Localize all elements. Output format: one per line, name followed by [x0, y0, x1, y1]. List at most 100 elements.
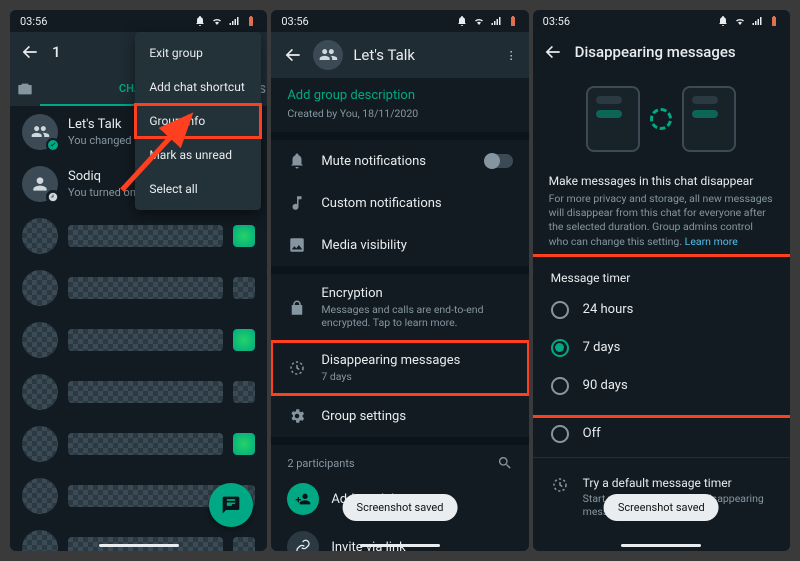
signal-icon [228, 15, 240, 27]
status-icons [717, 15, 780, 27]
row-mute-notifications[interactable]: Mute notifications [271, 140, 528, 182]
participants-header: 2 participants [271, 445, 528, 475]
battery-icon [507, 15, 519, 27]
radio-off[interactable]: Off [533, 415, 790, 453]
radio-label: 7 days [583, 340, 621, 355]
mute-toggle[interactable] [485, 154, 513, 168]
group-title: Let's Talk [353, 46, 495, 64]
row-label: Mute notifications [321, 154, 470, 169]
camera-icon [17, 81, 33, 97]
description-block: Make messages in this chat disappear For… [533, 166, 790, 257]
radio-icon [551, 425, 569, 443]
radio-icon [551, 301, 569, 319]
status-icons [456, 15, 519, 27]
row-label: Custom notifications [321, 196, 512, 211]
row-label: Media visibility [321, 238, 512, 253]
row-label: Group settings [321, 409, 512, 424]
status-bar: 03:56 [10, 10, 267, 32]
description-body: For more privacy and storage, all new me… [549, 192, 773, 248]
radio-icon [551, 377, 569, 395]
group-icon [30, 122, 50, 142]
avatar [22, 166, 58, 202]
wifi-icon [211, 15, 223, 27]
search-icon[interactable] [497, 455, 513, 471]
status-time: 03:56 [543, 15, 570, 28]
illustration-phone-right [682, 86, 736, 152]
radio-label: Off [583, 426, 601, 441]
status-icons [194, 15, 257, 27]
timer-icon [288, 359, 306, 377]
wifi-icon [734, 15, 746, 27]
row-label: Disappearing messages [321, 353, 512, 368]
radio-label: 90 days [583, 378, 628, 393]
selected-check-icon [46, 138, 60, 152]
group-icon [318, 45, 338, 65]
chat-row-redacted[interactable] [10, 366, 267, 418]
context-menu: Exit group Add chat shortcut Group info … [135, 32, 261, 210]
row-label: Encryption [321, 286, 512, 301]
radio-7-days[interactable]: 7 days [541, 329, 782, 367]
chat-row-redacted[interactable] [10, 314, 267, 366]
tab-camera[interactable] [10, 72, 40, 106]
row-media-visibility[interactable]: Media visibility [271, 224, 528, 266]
radio-24-hours[interactable]: 24 hours [541, 291, 782, 329]
screen-disappearing-messages: 03:56 Disappearing messages Make message… [533, 10, 790, 551]
row-group-settings[interactable]: Group settings [271, 395, 528, 437]
participants-count: 2 participants [287, 457, 354, 470]
screen-chat-list: 03:56 1 CHATS 11 S [10, 10, 267, 551]
try-title: Try a default message timer [583, 476, 772, 490]
chat-row-redacted[interactable] [10, 418, 267, 470]
description-heading: Make messages in this chat disappear [549, 174, 774, 188]
timer-icon [551, 476, 569, 494]
bell-icon [288, 152, 306, 170]
nav-handle [621, 544, 701, 547]
more-icon[interactable]: ⋮ [506, 49, 517, 62]
battery-icon [768, 15, 780, 27]
learn-more-link[interactable]: Learn more [685, 235, 738, 248]
menu-group-info[interactable]: Group info [135, 104, 261, 138]
add-description-link[interactable]: Add group description [287, 88, 512, 103]
app-bar: Disappearing messages [533, 32, 790, 72]
signal-icon [490, 15, 502, 27]
new-chat-fab[interactable] [209, 483, 253, 527]
menu-mark-unread[interactable]: Mark as unread [135, 138, 261, 172]
row-sublabel: 7 days [321, 370, 512, 383]
radio-90-days[interactable]: 90 days [541, 367, 782, 405]
battery-icon [245, 15, 257, 27]
timer-badge-icon [46, 190, 60, 204]
note-icon [288, 194, 306, 212]
status-bar: 03:56 [533, 10, 790, 32]
link-icon [287, 531, 319, 551]
back-icon[interactable] [543, 42, 563, 62]
created-by: Created by You, 18/11/2020 [287, 107, 512, 120]
back-icon[interactable] [20, 42, 40, 62]
chat-row-redacted[interactable] [10, 210, 267, 262]
menu-add-shortcut[interactable]: Add chat shortcut [135, 70, 261, 104]
avatar [22, 114, 58, 150]
lock-icon [288, 299, 306, 317]
status-bar: 03:56 [271, 10, 528, 32]
radio-label: 24 hours [583, 302, 634, 317]
back-icon[interactable] [283, 45, 303, 65]
menu-exit-group[interactable]: Exit group [135, 36, 261, 70]
illustration-timer-icon [650, 108, 672, 130]
gear-icon [288, 407, 306, 425]
row-disappearing-messages[interactable]: Disappearing messages 7 days [271, 341, 528, 395]
description-text: For more privacy and storage, all new me… [549, 192, 774, 249]
signal-icon [751, 15, 763, 27]
status-time: 03:56 [281, 15, 308, 28]
group-avatar[interactable] [313, 40, 343, 70]
menu-select-all[interactable]: Select all [135, 172, 261, 206]
nav-handle [360, 544, 440, 547]
radio-icon [551, 339, 569, 357]
illustration [533, 72, 790, 166]
chat-icon [221, 495, 241, 515]
group-header: Let's Talk ⋮ [271, 32, 528, 78]
row-custom-notifications[interactable]: Custom notifications [271, 182, 528, 224]
row-encryption[interactable]: Encryption Messages and calls are end-to… [271, 274, 528, 341]
timer-header: Message timer [541, 261, 782, 291]
bell-off-icon [194, 15, 206, 27]
chat-row-redacted[interactable] [10, 262, 267, 314]
message-timer-group: Message timer 24 hours 7 days 90 days [533, 257, 790, 415]
bell-off-icon [456, 15, 468, 27]
